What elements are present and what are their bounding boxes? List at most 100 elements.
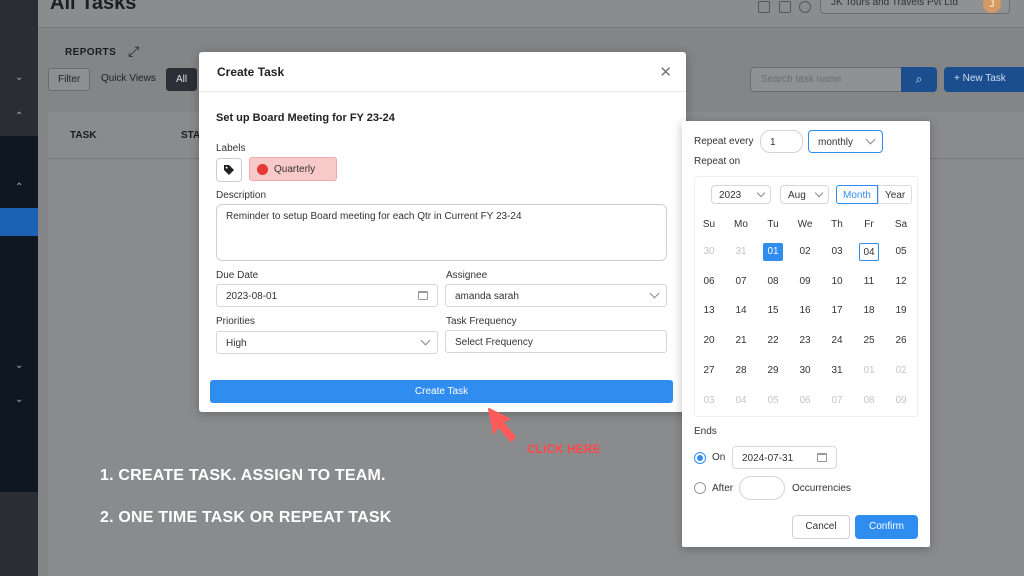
calendar-day[interactable]: 13 — [699, 302, 719, 320]
search-input[interactable]: Search task name — [750, 67, 902, 92]
calendar-day[interactable]: 29 — [763, 362, 783, 380]
gear-icon[interactable] — [799, 1, 811, 13]
calendar-day[interactable]: 24 — [827, 332, 847, 350]
cancel-button[interactable]: Cancel — [792, 515, 850, 539]
repeat-unit-value: monthly — [818, 137, 854, 148]
column-header-task: TASK — [70, 130, 97, 141]
calendar-day[interactable]: 23 — [795, 332, 815, 350]
calendar-day[interactable]: 31 — [731, 243, 751, 261]
calendar-day[interactable]: 27 — [699, 362, 719, 380]
calendar-day[interactable]: 04 — [859, 243, 879, 261]
ends-after-label: After — [712, 483, 734, 494]
calendar-day[interactable]: 30 — [795, 362, 815, 380]
calendar-day[interactable]: 15 — [763, 302, 783, 320]
calendar-day[interactable]: 04 — [731, 392, 751, 410]
chevron-down-icon[interactable]: ⌄ — [15, 73, 25, 83]
year-view-toggle[interactable]: Year — [878, 185, 913, 204]
create-task-button[interactable]: Create Task — [210, 380, 673, 403]
calendar-day[interactable]: 22 — [763, 332, 783, 350]
calendar-day[interactable]: 02 — [795, 243, 815, 261]
close-icon[interactable]: ✕ — [659, 63, 672, 81]
chevron-up-icon[interactable]: ⌃ — [15, 112, 25, 122]
weekday-label: Sa — [894, 219, 908, 230]
chevron-up-icon[interactable]: ⌃ — [15, 183, 25, 193]
calendar-day[interactable]: 08 — [763, 273, 783, 291]
chevron-down-icon[interactable]: ⌄ — [15, 395, 25, 405]
calendar-day[interactable]: 07 — [731, 273, 751, 291]
sidebar-active-item[interactable] — [0, 208, 38, 236]
avatar[interactable]: J — [983, 0, 1001, 13]
repeat-every-label: Repeat every — [694, 136, 754, 147]
all-view-button[interactable]: All — [166, 68, 198, 91]
chevron-down-icon — [865, 134, 876, 145]
calendar-day[interactable]: 26 — [891, 332, 911, 350]
add-label-button[interactable] — [216, 158, 242, 182]
calendar-icon[interactable] — [817, 453, 827, 462]
column-header-status: STA — [181, 130, 201, 141]
task-name[interactable]: Set up Board Meeting for FY 23-24 — [216, 112, 395, 124]
calendar-day[interactable]: 31 — [827, 362, 847, 380]
month-view-toggle[interactable]: Month — [836, 185, 878, 204]
description-textarea[interactable]: Reminder to setup Board meeting for each… — [216, 204, 667, 261]
occurrences-input[interactable] — [739, 476, 785, 500]
filter-button[interactable]: Filter — [48, 68, 91, 91]
calendar-day[interactable]: 09 — [891, 392, 911, 410]
occurrences-label: Occurrencies — [792, 483, 851, 494]
calendar-day[interactable]: 17 — [827, 302, 847, 320]
calendar-day[interactable]: 03 — [827, 243, 847, 261]
calendar-day[interactable]: 12 — [891, 273, 911, 291]
calendar-day[interactable]: 10 — [827, 273, 847, 291]
calendar-day[interactable]: 11 — [859, 273, 879, 291]
chevron-down-icon[interactable]: ⌄ — [15, 361, 25, 371]
instruction-note-2: 2. ONE TIME TASK OR REPEAT TASK — [100, 509, 392, 526]
ends-on-radio[interactable] — [694, 452, 706, 464]
assignee-select[interactable]: amanda sarah — [445, 284, 667, 307]
weekday-label: Su — [702, 219, 716, 230]
calendar-day[interactable]: 08 — [859, 392, 879, 410]
calendar-day[interactable]: 06 — [795, 392, 815, 410]
calendar-day[interactable]: 01 — [763, 243, 783, 261]
calendar-day[interactable]: 21 — [731, 332, 751, 350]
company-selector[interactable]: JK Tours and Travels Pvt Ltd J — [820, 0, 1010, 14]
repeat-interval-input[interactable]: 1 — [760, 130, 803, 153]
bell-icon[interactable] — [758, 1, 770, 13]
repeat-unit-select[interactable]: monthly — [808, 130, 883, 153]
calendar-day[interactable]: 28 — [731, 362, 751, 380]
calendar-icon[interactable] — [779, 1, 791, 13]
calendar-day[interactable]: 03 — [699, 392, 719, 410]
confirm-button[interactable]: Confirm — [855, 515, 918, 539]
ends-on-label: On — [712, 452, 726, 463]
calendar-day[interactable]: 14 — [731, 302, 751, 320]
calendar-day[interactable]: 09 — [795, 273, 815, 291]
repeat-on-label: Repeat on — [694, 156, 741, 167]
new-task-button[interactable]: + New Task — [944, 67, 1024, 92]
calendar-day[interactable]: 06 — [699, 273, 719, 291]
calendar-day[interactable]: 01 — [859, 362, 879, 380]
calendar-day[interactable]: 02 — [891, 362, 911, 380]
calendar-day[interactable]: 07 — [827, 392, 847, 410]
ends-after-radio[interactable] — [694, 482, 706, 494]
calendar-day[interactable]: 30 — [699, 243, 719, 261]
weekday-label: Th — [831, 219, 843, 230]
tag-icon — [224, 165, 234, 175]
instruction-note-1: 1. CREATE TASK. ASSIGN TO TEAM. — [100, 467, 386, 484]
calendar-day[interactable]: 18 — [859, 302, 879, 320]
calendar-day[interactable]: 20 — [699, 332, 719, 350]
due-date-field[interactable]: 2023-08-01 — [216, 284, 438, 307]
year-select[interactable]: 2023 — [711, 185, 771, 204]
expand-icon[interactable]: ⤢ — [128, 43, 139, 60]
calendar-icon[interactable] — [418, 291, 428, 300]
label-chip-quarterly[interactable]: Quarterly — [249, 157, 337, 181]
month-select[interactable]: Aug — [780, 185, 829, 204]
calendar-day[interactable]: 16 — [795, 302, 815, 320]
search-icon[interactable]: ⌕ — [901, 67, 937, 92]
calendar-day[interactable]: 05 — [763, 392, 783, 410]
assignee-value: amanda sarah — [455, 291, 519, 302]
calendar-day[interactable]: 05 — [891, 243, 911, 261]
calendar-day[interactable]: 25 — [859, 332, 879, 350]
priority-select[interactable]: High — [216, 331, 438, 354]
end-date-field[interactable]: 2024-07-31 — [732, 446, 837, 469]
calendar-day[interactable]: 19 — [891, 302, 911, 320]
quick-views-label: Quick Views — [101, 73, 156, 84]
task-frequency-select[interactable]: Select Frequency — [445, 330, 667, 353]
